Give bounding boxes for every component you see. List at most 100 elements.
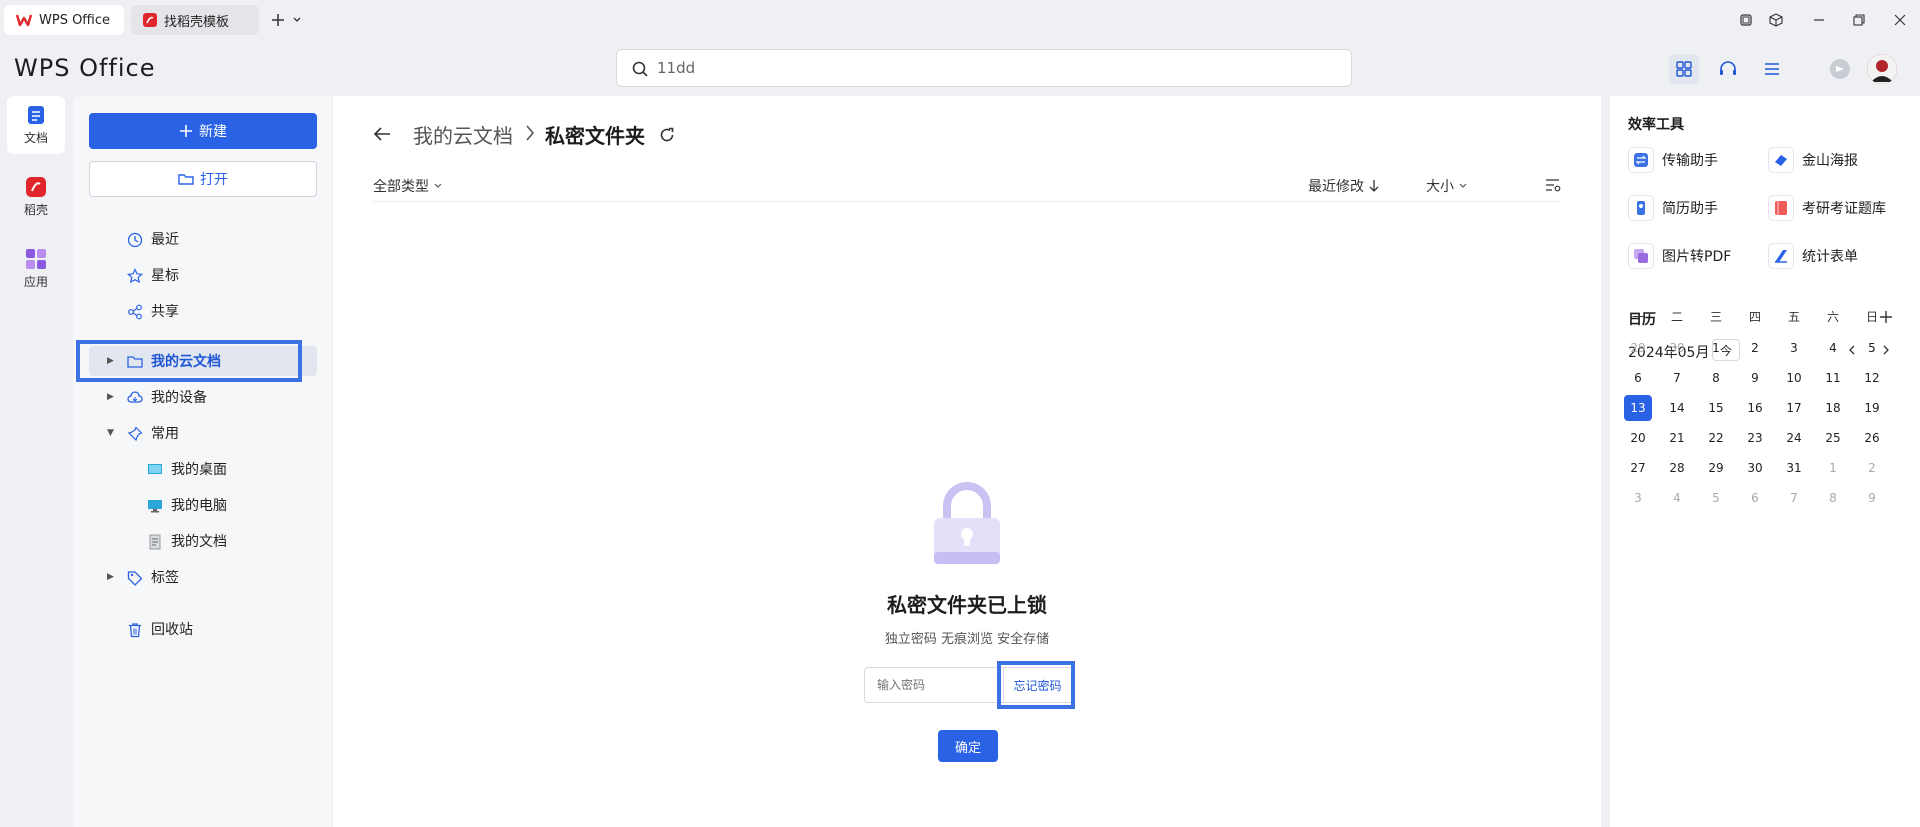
- window-tile-icon[interactable]: [1738, 12, 1754, 28]
- calendar-day[interactable]: 2: [1741, 335, 1769, 361]
- back-arrow-icon[interactable]: [373, 126, 391, 142]
- rail-item-apps[interactable]: 应用: [7, 240, 65, 298]
- calendar-day[interactable]: 11: [1819, 365, 1847, 391]
- calendar-day[interactable]: 7: [1663, 365, 1691, 391]
- calendar-day[interactable]: 3: [1780, 335, 1808, 361]
- calendar-day[interactable]: 7: [1780, 485, 1808, 511]
- app-logo: WPS Office: [14, 54, 156, 82]
- calendar-day[interactable]: 29: [1624, 335, 1652, 361]
- star-icon: [127, 268, 143, 284]
- nav-label: 我的设备: [151, 390, 207, 406]
- tool-image-to-pdf[interactable]: 图片转PDF: [1628, 241, 1768, 271]
- header: WPS Office: [0, 40, 1920, 96]
- nav-recent[interactable]: 最近: [89, 224, 317, 254]
- caret-down-icon[interactable]: ▼: [107, 428, 115, 438]
- headset-icon[interactable]: [1713, 54, 1743, 84]
- grid-view-icon[interactable]: [1669, 54, 1699, 84]
- nav-tags[interactable]: ▶ 标签: [89, 562, 317, 592]
- calendar-day[interactable]: 19: [1858, 395, 1886, 421]
- calendar-day[interactable]: 23: [1741, 425, 1769, 451]
- restore-icon[interactable]: [1851, 12, 1867, 28]
- new-tab-icon[interactable]: [270, 12, 286, 28]
- calendar-day[interactable]: 1: [1702, 335, 1730, 361]
- nav-recycle-bin[interactable]: 回收站: [89, 614, 317, 644]
- tool-poster[interactable]: 金山海报: [1768, 145, 1908, 175]
- caret-right-icon[interactable]: ▶: [107, 392, 115, 402]
- calendar-day[interactable]: 16: [1741, 395, 1769, 421]
- calendar-day[interactable]: 30: [1741, 455, 1769, 481]
- search-box[interactable]: [616, 49, 1352, 87]
- nav-my-devices[interactable]: ▶ 我的设备: [89, 382, 317, 412]
- calendar-day[interactable]: 8: [1702, 365, 1730, 391]
- calendar-day[interactable]: 18: [1819, 395, 1847, 421]
- rail-item-docer[interactable]: 稻壳: [7, 168, 65, 226]
- sort-size[interactable]: 大小: [1426, 176, 1468, 196]
- nav-shared[interactable]: 共享: [89, 296, 317, 326]
- calendar-day[interactable]: 29: [1702, 455, 1730, 481]
- forgot-password-button[interactable]: 忘记密码: [1004, 667, 1072, 703]
- calendar-day[interactable]: 12: [1858, 365, 1886, 391]
- tab-wps-office[interactable]: WPS Office: [4, 5, 124, 35]
- calendar-day[interactable]: 27: [1624, 455, 1652, 481]
- calendar-day[interactable]: 20: [1624, 425, 1652, 451]
- refresh-icon[interactable]: [659, 127, 675, 143]
- calendar-day[interactable]: 5: [1858, 335, 1886, 361]
- nav-my-documents[interactable]: 我的文档: [89, 526, 317, 556]
- calendar-day[interactable]: 1: [1819, 455, 1847, 481]
- nav-my-computer[interactable]: 我的电脑: [89, 490, 317, 520]
- calendar-day[interactable]: 13: [1624, 395, 1652, 421]
- calendar-day[interactable]: 9: [1858, 485, 1886, 511]
- nav-common[interactable]: ▼ 常用: [89, 418, 317, 448]
- calendar-day[interactable]: 22: [1702, 425, 1730, 451]
- cube-icon[interactable]: [1768, 12, 1784, 28]
- calendar-day[interactable]: 2: [1858, 455, 1886, 481]
- calendar-day[interactable]: 6: [1741, 485, 1769, 511]
- avatar[interactable]: [1867, 54, 1897, 84]
- nav-starred[interactable]: 星标: [89, 260, 317, 290]
- caret-right-icon[interactable]: ▶: [107, 572, 115, 582]
- tool-label: 考研考证题库: [1802, 201, 1886, 217]
- tool-stats-form[interactable]: 统计表单: [1768, 241, 1908, 271]
- chevron-down-icon[interactable]: [289, 12, 305, 28]
- calendar-day[interactable]: 3: [1624, 485, 1652, 511]
- calendar-day[interactable]: 25: [1819, 425, 1847, 451]
- tab-docer-templates[interactable]: 找稻壳模板: [131, 5, 259, 35]
- calendar-day[interactable]: 15: [1702, 395, 1730, 421]
- search-input[interactable]: [657, 58, 1257, 78]
- calendar-day[interactable]: 10: [1780, 365, 1808, 391]
- calendar-day[interactable]: 5: [1702, 485, 1730, 511]
- calendar-day[interactable]: 4: [1663, 485, 1691, 511]
- tool-exam[interactable]: 考研考证题库: [1768, 193, 1908, 223]
- calendar-day[interactable]: 17: [1780, 395, 1808, 421]
- tool-transfer[interactable]: 传输助手: [1628, 145, 1768, 175]
- confirm-button[interactable]: 确定: [938, 730, 998, 762]
- nav-my-cloud-docs[interactable]: ▶ 我的云文档: [89, 346, 317, 376]
- prev-month-icon[interactable]: [1846, 344, 1858, 356]
- calendar-day[interactable]: 28: [1663, 455, 1691, 481]
- nav-my-desktop[interactable]: 我的桌面: [89, 454, 317, 484]
- calendar-day[interactable]: 8: [1819, 485, 1847, 511]
- type-filter-dropdown[interactable]: 全部类型: [373, 176, 443, 196]
- calendar-day[interactable]: 30: [1663, 335, 1691, 361]
- breadcrumb-parent[interactable]: 我的云文档: [413, 120, 513, 149]
- calendar-day[interactable]: 24: [1780, 425, 1808, 451]
- caret-right-icon[interactable]: ▶: [107, 356, 115, 366]
- new-button[interactable]: 新建: [89, 113, 317, 149]
- menu-icon[interactable]: [1757, 54, 1787, 84]
- calendar-day[interactable]: 9: [1741, 365, 1769, 391]
- calendar-day[interactable]: 26: [1858, 425, 1886, 451]
- calendar-day[interactable]: 31: [1780, 455, 1808, 481]
- skin-icon[interactable]: [1825, 54, 1855, 84]
- sort-modified[interactable]: 最近修改: [1308, 176, 1379, 196]
- view-settings-icon[interactable]: [1545, 178, 1561, 192]
- open-button[interactable]: 打开: [89, 161, 317, 197]
- rail-item-docs[interactable]: 文档: [7, 96, 65, 154]
- calendar-day[interactable]: 4: [1819, 335, 1847, 361]
- calendar-day[interactable]: 14: [1663, 395, 1691, 421]
- calendar-day[interactable]: 21: [1663, 425, 1691, 451]
- calendar-day[interactable]: 6: [1624, 365, 1652, 391]
- password-input[interactable]: [864, 667, 1004, 703]
- minimize-icon[interactable]: [1811, 12, 1827, 28]
- tool-resume[interactable]: 简历助手: [1628, 193, 1768, 223]
- close-icon[interactable]: [1892, 12, 1908, 28]
